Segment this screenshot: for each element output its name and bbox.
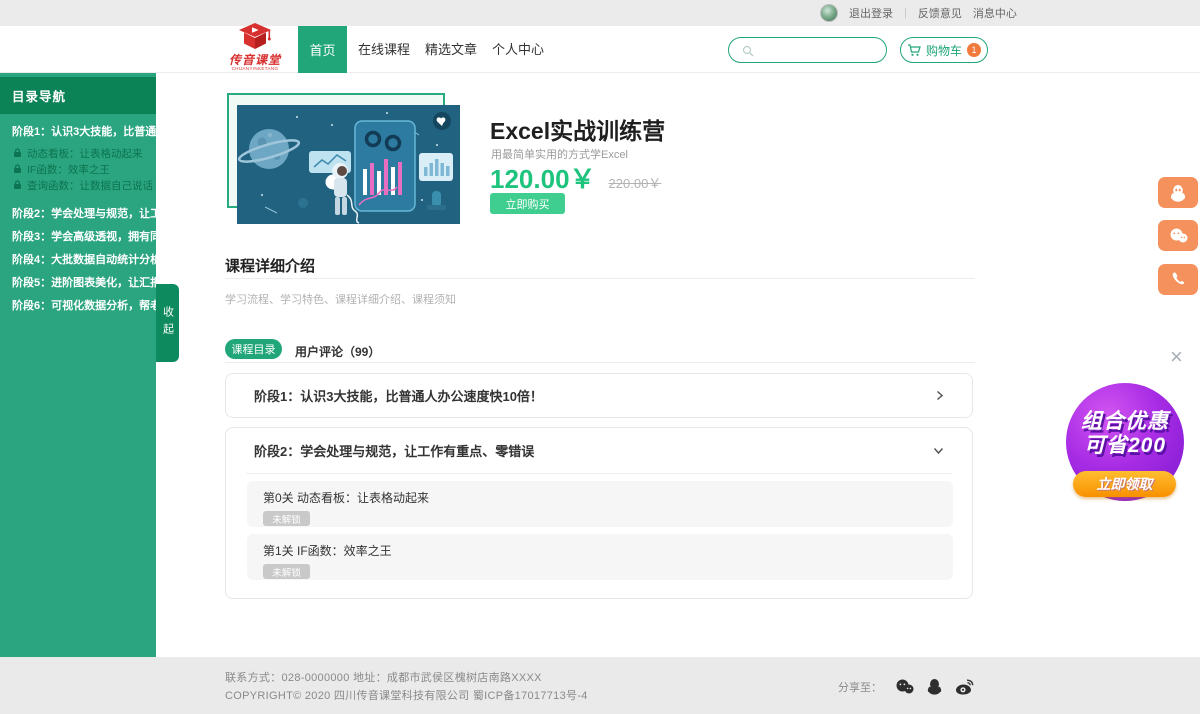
graduation-cap-icon — [237, 23, 273, 50]
lesson-name: 第1关 IF函数：效率之王 — [263, 542, 953, 559]
accordion-stage-2-title: 阶段2：学会处理与规范，让工作有重点、零错误 — [254, 441, 534, 460]
brand-name: 传音课堂 — [226, 55, 284, 66]
logout-link[interactable]: 退出登录 — [849, 5, 893, 21]
stage-1-lessons: 动态看板：让表格动起来 IF函数：效率之王 查询函数：让数据自己说话 — [0, 142, 156, 201]
page: 退出登录 | 反馈意见 消息中心 传音课堂 CHUANYINKETANG 首页 … — [0, 0, 1200, 714]
footer: 联系方式：028-0000000 地址：成都市武侯区槐树店南路XXXX COPY… — [0, 657, 1200, 714]
sidebar-collapse-button[interactable]: 收起 — [156, 284, 179, 362]
tab-online-courses[interactable]: 在线课程 — [358, 26, 410, 73]
search-icon — [742, 45, 754, 57]
brand-subtitle: CHUANYINKETANG — [229, 66, 281, 71]
header: 传音课堂 CHUANYINKETANG 首页 在线课程 精选文章 个人中心 搜索… — [0, 26, 1200, 73]
lock-icon — [13, 148, 22, 158]
wechat-contact-button[interactable] — [1158, 220, 1198, 251]
sidebar-stage-5[interactable]: 阶段5：进阶图表美化，让汇报一... — [0, 270, 156, 293]
sidebar-stage-4[interactable]: 阶段4：大批数据自动统计分析，... — [0, 247, 156, 270]
lesson-item-0[interactable]: 第0关 动态看板：让表格动起来 未解锁 — [247, 481, 953, 527]
tab-user-comments[interactable]: 用户评论（99） — [295, 343, 380, 360]
detail-section-title: 课程详细介绍 — [225, 255, 315, 276]
messages-link[interactable]: 消息中心 — [973, 5, 1017, 21]
course-price: 120.00￥ — [490, 159, 596, 196]
search-bar: 搜索 — [728, 37, 887, 63]
lock-icon — [13, 180, 22, 190]
course-cover-image[interactable] — [237, 105, 460, 224]
tab-featured-articles[interactable]: 精选文章 — [425, 26, 477, 73]
locked-badge: 未解锁 — [263, 564, 310, 579]
accordion-stage-1[interactable]: 阶段1：认识3大技能，比普通人办公速度快10倍！ — [225, 373, 973, 418]
section-divider — [225, 278, 975, 279]
lesson-name: 第0关 动态看板：让表格动起来 — [263, 489, 953, 506]
promo-line-2: 可省200 — [1084, 434, 1166, 458]
sidebar-lesson-3[interactable]: 查询函数：让数据自己说话 — [0, 177, 156, 193]
cart-button[interactable]: 购物车 1 — [900, 37, 988, 63]
course-cover-illustration — [237, 105, 460, 224]
promo-claim-button[interactable]: 立即领取 — [1073, 471, 1176, 497]
share-qq-icon[interactable] — [927, 678, 942, 695]
promo-close-icon[interactable]: × — [1170, 346, 1183, 368]
sidebar-stage-3[interactable]: 阶段3：学会高级透视，拥有同时... — [0, 224, 156, 247]
sidebar-stage-6[interactable]: 阶段6：可视化数据分析，帮老板... — [0, 293, 156, 316]
phone-contact-button[interactable] — [1158, 264, 1198, 295]
feedback-link[interactable]: 反馈意见 — [918, 5, 962, 21]
share-wechat-icon[interactable] — [895, 679, 914, 695]
locked-badge: 未解锁 — [263, 511, 310, 526]
accordion-stage-2: 阶段2：学会处理与规范，让工作有重点、零错误 第0关 动态看板：让表格动起来 未… — [225, 427, 973, 599]
lesson-item-1[interactable]: 第1关 IF函数：效率之王 未解锁 — [247, 534, 953, 580]
lock-icon — [13, 164, 22, 174]
course-title: Excel实战训练营 — [490, 112, 665, 146]
sidebar-stage-2[interactable]: 阶段2：学会处理与规范，让工作... — [0, 201, 156, 224]
topbar: 退出登录 | 反馈意见 消息中心 — [0, 0, 1200, 26]
stage-list: 阶段1：认识3大技能，比普通人... 动态看板：让表格动起来 IF函数：效率之王… — [0, 119, 156, 316]
share-label: 分享至： — [838, 679, 882, 695]
accordion-stage-1-title: 阶段1：认识3大技能，比普通人办公速度快10倍！ — [254, 386, 543, 405]
wechat-icon — [1169, 228, 1188, 244]
cart-count-badge: 1 — [967, 43, 981, 57]
topbar-user-area: 退出登录 | 反馈意见 消息中心 — [820, 0, 1017, 26]
buy-now-button[interactable]: 立即购买 — [490, 193, 565, 214]
footer-copyright: COPYRIGHT© 2020 四川传音课堂科技有限公司 蜀ICP备170177… — [225, 687, 588, 703]
accordion-stage-2-header[interactable]: 阶段2：学会处理与规范，让工作有重点、零错误 — [226, 428, 972, 473]
brand-logo[interactable]: 传音课堂 CHUANYINKETANG — [226, 23, 284, 72]
detail-summary: 学习流程、学习特色、课程详细介绍、课程须知 — [225, 291, 456, 307]
footer-contact: 联系方式：028-0000000 地址：成都市武侯区槐树店南路XXXX — [225, 669, 542, 685]
topbar-divider: | — [904, 7, 907, 19]
chevron-down-icon — [933, 447, 944, 455]
user-avatar[interactable] — [820, 4, 838, 22]
cart-label: 购物车 — [926, 42, 962, 59]
share-bar: 分享至： — [838, 678, 974, 695]
qq-contact-button[interactable] — [1158, 177, 1198, 208]
qq-icon — [1170, 184, 1186, 202]
course-old-price: 220.00￥ — [609, 173, 662, 192]
sidebar-lesson-1[interactable]: 动态看板：让表格动起来 — [0, 145, 156, 161]
tabs-divider — [225, 362, 975, 363]
promo-line-1: 组合优惠 — [1081, 410, 1169, 434]
sidebar-lesson-2[interactable]: IF函数：效率之王 — [0, 161, 156, 177]
tab-home[interactable]: 首页 — [298, 26, 347, 73]
phone-icon — [1171, 272, 1186, 287]
chevron-right-icon — [936, 390, 944, 401]
share-weibo-icon[interactable] — [955, 679, 974, 695]
catalog-sidebar: 目录导航 阶段1：认识3大技能，比普通人... 动态看板：让表格动起来 IF函数… — [0, 73, 156, 657]
tab-personal-center[interactable]: 个人中心 — [492, 26, 544, 73]
price-row: 120.00￥ 220.00￥ — [490, 159, 661, 196]
tab-course-catalog[interactable]: 课程目录 — [225, 339, 282, 359]
sidebar-stage-1[interactable]: 阶段1：认识3大技能，比普通人... — [0, 119, 156, 142]
sidebar-title: 目录导航 — [0, 77, 156, 114]
accordion-divider — [246, 473, 952, 474]
cart-icon — [907, 44, 921, 57]
